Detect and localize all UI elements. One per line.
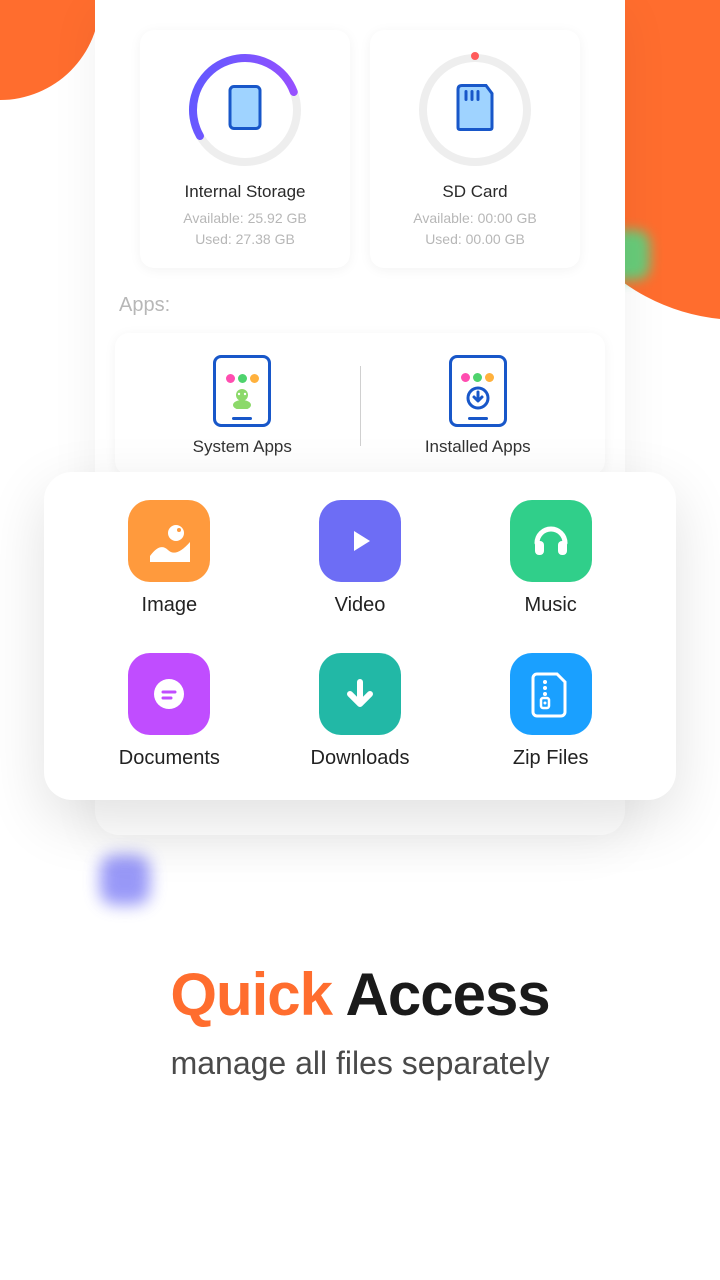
downloads-category-button[interactable]: Downloads <box>275 653 446 770</box>
sd-card-ring <box>415 50 535 170</box>
sd-card-used: Used: 00.00 GB <box>380 229 570 250</box>
documents-icon <box>128 653 210 735</box>
sd-card-icon <box>456 84 494 137</box>
video-category-button[interactable]: Video <box>275 500 446 617</box>
apps-card: System Apps Installed Apps <box>115 333 605 475</box>
sd-progress-dot-icon <box>471 52 479 60</box>
sd-card-title: SD Card <box>380 182 570 202</box>
downloads-label: Downloads <box>275 747 446 770</box>
sd-card-available: Available: 00:00 GB <box>380 208 570 229</box>
decor-corner-tl <box>0 0 100 100</box>
system-apps-button[interactable]: System Apps <box>125 355 360 457</box>
installed-apps-icon <box>449 355 507 427</box>
downloads-icon <box>319 653 401 735</box>
documents-category-button[interactable]: Documents <box>84 653 255 770</box>
phone-icon <box>228 85 262 136</box>
image-category-button[interactable]: Image <box>84 500 255 617</box>
image-icon <box>128 500 210 582</box>
internal-storage-ring <box>185 50 305 170</box>
music-label: Music <box>465 594 636 617</box>
internal-storage-title: Internal Storage <box>150 182 340 202</box>
zip-label: Zip Files <box>465 747 636 770</box>
video-icon <box>319 500 401 582</box>
zip-files-category-button[interactable]: Zip Files <box>465 653 636 770</box>
internal-storage-available: Available: 25.92 GB <box>150 208 340 229</box>
music-category-button[interactable]: Music <box>465 500 636 617</box>
apps-section-label: Apps: <box>119 294 601 317</box>
system-apps-label: System Apps <box>125 437 360 457</box>
documents-label: Documents <box>84 747 255 770</box>
music-icon <box>510 500 592 582</box>
marketing-headline: Quick Access manage all files separately <box>0 960 720 1082</box>
zip-icon <box>510 653 592 735</box>
internal-storage-card[interactable]: Internal Storage Available: 25.92 GB Use… <box>140 30 350 268</box>
quick-access-card: Image Video Music Documents <box>44 472 676 800</box>
internal-storage-used: Used: 27.38 GB <box>150 229 340 250</box>
storage-row: Internal Storage Available: 25.92 GB Use… <box>115 30 605 268</box>
sd-card-card[interactable]: SD Card Available: 00:00 GB Used: 00.00 … <box>370 30 580 268</box>
installed-apps-button[interactable]: Installed Apps <box>361 355 596 457</box>
system-apps-icon <box>213 355 271 427</box>
video-label: Video <box>275 594 446 617</box>
headline-word-1: Quick <box>170 961 332 1028</box>
headline-word-2: Access <box>346 961 550 1028</box>
installed-apps-label: Installed Apps <box>361 437 596 457</box>
decor-blob-purple <box>100 855 150 905</box>
image-label: Image <box>84 594 255 617</box>
headline-sub: manage all files separately <box>0 1045 720 1082</box>
